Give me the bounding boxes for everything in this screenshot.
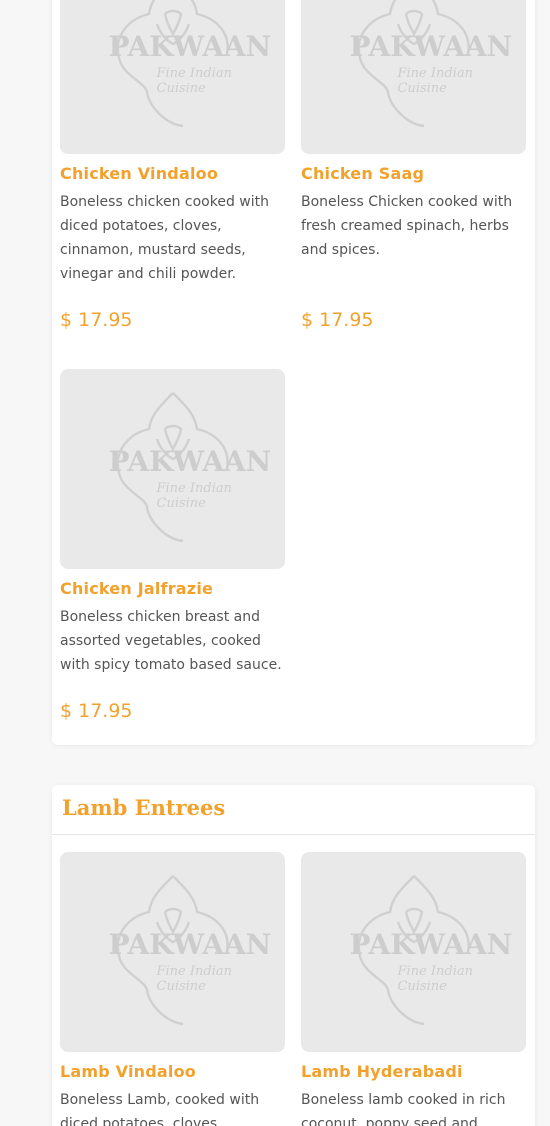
item-price: $ 17.95 <box>60 700 133 722</box>
item-image-placeholder: PAKWAAN Fine Indian Cuisine <box>60 369 285 569</box>
logo-brand-text: PAKWAAN <box>108 928 272 961</box>
item-description: Boneless Chicken cooked with fresh cream… <box>301 194 513 258</box>
item-description: Boneless lamb cooked in rich coconut, po… <box>301 1092 506 1126</box>
logo-brand-text: PAKWAAN <box>349 928 513 961</box>
chicken-entrees-card: PAKWAAN Fine Indian Cuisine Chicken Vind… <box>52 0 535 745</box>
item-description: Boneless chicken cooked with diced potat… <box>60 194 269 282</box>
logo-tagline-text: Fine Indian Cuisine <box>156 964 233 994</box>
item-name[interactable]: Chicken Saag <box>301 166 527 182</box>
logo-tagline-text: Fine Indian Cuisine <box>156 481 233 511</box>
logo-tagline-text: Fine Indian Cuisine <box>397 964 474 994</box>
section-title: Lamb Entrees <box>62 795 226 820</box>
item-price: $ 17.95 <box>60 309 133 331</box>
item-name[interactable]: Chicken Jalfrazie <box>60 581 286 597</box>
item-image-placeholder: PAKWAAN Fine Indian Cuisine <box>60 852 285 1052</box>
menu-item[interactable]: PAKWAAN Fine Indian Cuisine Chicken Vind… <box>60 0 286 286</box>
item-description: Boneless Lamb, cooked with diced potatoe… <box>60 1092 260 1126</box>
item-image-placeholder: PAKWAAN Fine Indian Cuisine <box>60 0 285 154</box>
section-header: Lamb Entrees <box>52 785 535 835</box>
logo-mark: PAKWAAN Fine Indian Cuisine <box>73 0 273 144</box>
logo-tagline-text: Fine Indian Cuisine <box>397 66 474 96</box>
logo-brand-text: PAKWAAN <box>349 30 513 63</box>
item-image-placeholder: PAKWAAN Fine Indian Cuisine <box>301 0 526 154</box>
logo-brand-text: PAKWAAN <box>108 445 272 478</box>
item-description: Boneless chicken breast and assorted veg… <box>60 609 282 673</box>
logo-mark: PAKWAAN Fine Indian Cuisine <box>73 862 273 1042</box>
lamb-entrees-card: Lamb Entrees PAKWAAN Fine Indian Cuisine… <box>52 785 535 1126</box>
logo-brand-text: PAKWAAN <box>108 30 272 63</box>
item-name[interactable]: Lamb Hyderabadi <box>301 1064 527 1080</box>
item-name[interactable]: Chicken Vindaloo <box>60 166 286 182</box>
menu-item[interactable]: PAKWAAN Fine Indian Cuisine Chicken Jalf… <box>60 369 286 677</box>
logo-mark: PAKWAAN Fine Indian Cuisine <box>73 379 273 559</box>
logo-mark: PAKWAAN Fine Indian Cuisine <box>314 862 514 1042</box>
menu-item[interactable]: PAKWAAN Fine Indian Cuisine Chicken Saag… <box>301 0 527 262</box>
menu-item[interactable]: PAKWAAN Fine Indian Cuisine Lamb Hyderab… <box>301 852 527 1126</box>
menu-item[interactable]: PAKWAAN Fine Indian Cuisine Lamb Vindalo… <box>60 852 286 1126</box>
item-price: $ 17.95 <box>301 309 374 331</box>
logo-mark: PAKWAAN Fine Indian Cuisine <box>314 0 514 144</box>
item-name[interactable]: Lamb Vindaloo <box>60 1064 286 1080</box>
logo-tagline-text: Fine Indian Cuisine <box>156 66 233 96</box>
item-image-placeholder: PAKWAAN Fine Indian Cuisine <box>301 852 526 1052</box>
